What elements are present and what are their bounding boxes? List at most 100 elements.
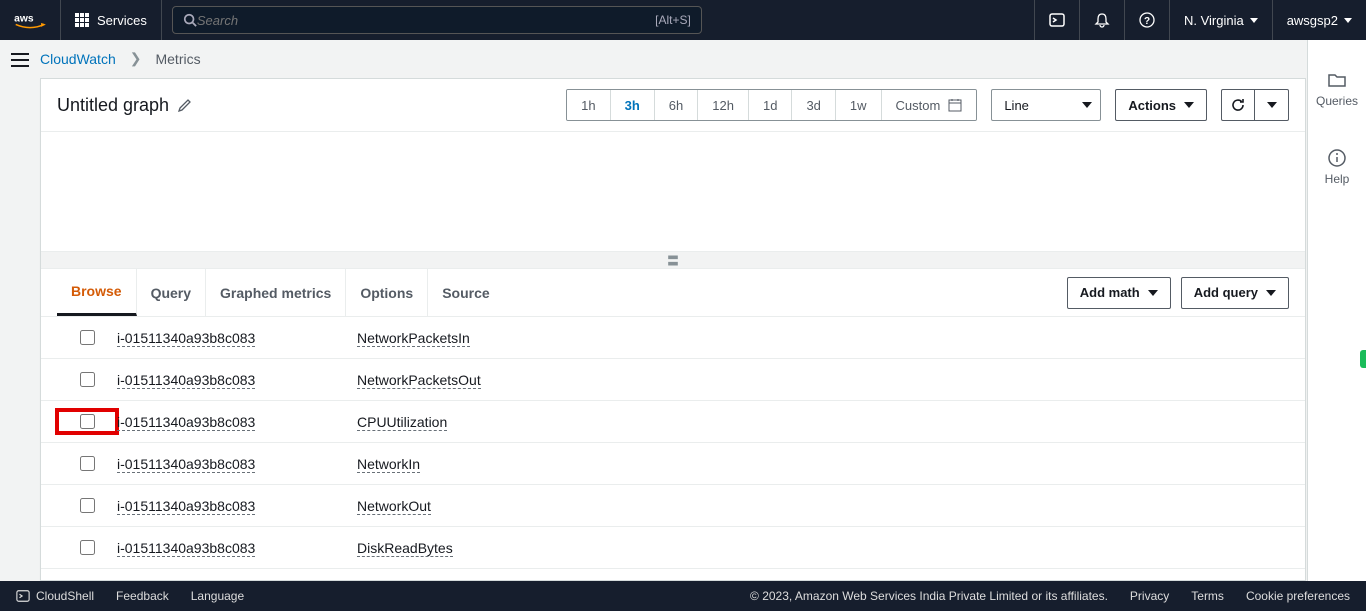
metrics-list[interactable]: i-01511340a93b8c083 NetworkPacketsIn i-015… (41, 317, 1305, 580)
time-12h[interactable]: 12h (698, 90, 749, 120)
main-content: Untitled graph 1h 3h 6h 12h 1d 3d 1w Cus… (40, 78, 1306, 581)
time-1h[interactable]: 1h (567, 90, 610, 120)
instance-id-link[interactable]: i-01511340a93b8c083 (117, 330, 255, 347)
add-query-button[interactable]: Add query (1181, 277, 1289, 309)
metric-checkbox-wrap (57, 456, 117, 471)
edge-feedback-marker[interactable] (1360, 350, 1366, 368)
footer-feedback[interactable]: Feedback (116, 589, 169, 603)
metric-name-link[interactable]: DiskReadBytes (357, 540, 453, 557)
top-nav-right: ? N. Virginia awsgsp2 (1034, 0, 1366, 40)
resize-handle[interactable]: 〓 (41, 251, 1305, 269)
actions-button[interactable]: Actions (1115, 89, 1207, 121)
tab-source[interactable]: Source (428, 269, 503, 316)
aws-logo[interactable]: aws (0, 0, 61, 40)
chart-type-value: Line (1004, 98, 1029, 113)
footer-cookies[interactable]: Cookie preferences (1246, 589, 1350, 603)
search-icon (183, 13, 197, 27)
breadcrumb-root-link[interactable]: CloudWatch (40, 51, 116, 67)
folder-icon (1327, 70, 1347, 90)
right-side-panel: Queries Help (1307, 40, 1366, 581)
hamburger-icon (11, 53, 29, 67)
services-label: Services (97, 13, 147, 28)
tab-options[interactable]: Options (346, 269, 428, 316)
top-nav-left: aws Services [Alt+S] (0, 0, 702, 40)
global-search[interactable]: [Alt+S] (172, 6, 702, 34)
instance-id-link[interactable]: i-01511340a93b8c083 (117, 372, 255, 389)
footer-privacy[interactable]: Privacy (1130, 589, 1169, 603)
metrics-toolbar: Browse Query Graphed metrics Options Sou… (41, 269, 1305, 317)
help-panel-toggle[interactable]: Help (1325, 148, 1350, 186)
add-query-label: Add query (1194, 285, 1258, 300)
help-icon[interactable]: ? (1124, 0, 1169, 40)
tab-query[interactable]: Query (137, 269, 206, 316)
time-3h[interactable]: 3h (611, 90, 655, 120)
time-custom[interactable]: Custom (882, 90, 977, 120)
breadcrumb: CloudWatch ❯ Metrics (40, 50, 201, 67)
metric-name-cell: DiskReadBytes (357, 540, 1289, 556)
chart-type-select[interactable]: Line (991, 89, 1101, 121)
refresh-icon (1230, 97, 1246, 113)
metric-name-cell: NetworkPacketsOut (357, 372, 1289, 388)
instance-id-cell: i-01511340a93b8c083 (117, 498, 357, 514)
metric-checkbox-wrap (57, 540, 117, 555)
search-shortcut-hint: [Alt+S] (655, 13, 691, 27)
metric-name-link[interactable]: NetworkPacketsOut (357, 372, 481, 389)
table-row: i-01511340a93b8c083 NetworkOut (41, 485, 1305, 527)
instance-id-cell: i-01511340a93b8c083 (117, 372, 357, 388)
table-row: i-01511340a93b8c083 NetworkPacketsOut (41, 359, 1305, 401)
metric-checkbox[interactable] (80, 498, 95, 513)
region-selector[interactable]: N. Virginia (1169, 0, 1272, 40)
instance-id-link[interactable]: i-01511340a93b8c083 (117, 456, 255, 473)
account-selector[interactable]: awsgsp2 (1272, 0, 1366, 40)
footer-language[interactable]: Language (191, 589, 244, 603)
edit-icon (177, 97, 193, 113)
time-1w[interactable]: 1w (836, 90, 882, 120)
search-input[interactable] (197, 13, 655, 28)
add-math-button[interactable]: Add math (1067, 277, 1171, 309)
caret-down-icon (1148, 290, 1158, 296)
metric-checkbox[interactable] (80, 330, 95, 345)
services-grid-icon (75, 13, 89, 27)
metric-checkbox-wrap (57, 410, 117, 433)
metric-checkbox[interactable] (80, 540, 95, 555)
refresh-options-button[interactable] (1255, 89, 1289, 121)
instance-id-link[interactable]: i-01511340a93b8c083 (117, 498, 255, 515)
table-row: i-01511340a93b8c083 DiskReadBytes (41, 527, 1305, 569)
time-6h[interactable]: 6h (655, 90, 698, 120)
metric-checkbox[interactable] (80, 372, 95, 387)
footer: CloudShell Feedback Language © 2023, Ama… (0, 581, 1366, 611)
tab-graphed-metrics[interactable]: Graphed metrics (206, 269, 346, 316)
refresh-button[interactable] (1221, 89, 1255, 121)
metric-checkbox-wrap (57, 330, 117, 345)
cloudshell-icon (16, 589, 30, 603)
footer-terms[interactable]: Terms (1191, 589, 1224, 603)
footer-copyright: © 2023, Amazon Web Services India Privat… (750, 589, 1108, 603)
caret-down-icon (1267, 102, 1277, 108)
chart-area (41, 131, 1305, 251)
services-button[interactable]: Services (61, 0, 162, 40)
instance-id-cell: i-01511340a93b8c083 (117, 414, 357, 430)
time-3d[interactable]: 3d (792, 90, 835, 120)
actions-label: Actions (1128, 98, 1176, 113)
caret-down-icon (1184, 102, 1194, 108)
metric-name-link[interactable]: NetworkPacketsIn (357, 330, 470, 347)
queries-panel-toggle[interactable]: Queries (1316, 70, 1358, 108)
metric-checkbox[interactable] (80, 414, 95, 429)
metric-name-link[interactable]: NetworkOut (357, 498, 431, 515)
footer-cloudshell[interactable]: CloudShell (36, 589, 94, 603)
metrics-tabs: Browse Query Graphed metrics Options Sou… (57, 269, 504, 316)
instance-id-link[interactable]: i-01511340a93b8c083 (117, 540, 255, 557)
time-1d[interactable]: 1d (749, 90, 792, 120)
side-menu-toggle[interactable] (0, 40, 40, 80)
table-row: i-01511340a93b8c083 CPUUtilization (41, 401, 1305, 443)
svg-text:?: ? (1144, 16, 1150, 27)
metric-checkbox[interactable] (80, 456, 95, 471)
metric-name-link[interactable]: NetworkIn (357, 456, 420, 473)
metric-name-link[interactable]: CPUUtilization (357, 414, 447, 431)
cloudshell-nav-icon[interactable] (1034, 0, 1079, 40)
graph-title[interactable]: Untitled graph (57, 95, 193, 116)
metric-name-cell: NetworkPacketsIn (357, 330, 1289, 346)
instance-id-link[interactable]: i-01511340a93b8c083 (117, 414, 255, 431)
notifications-icon[interactable] (1079, 0, 1124, 40)
tab-browse[interactable]: Browse (57, 269, 137, 316)
